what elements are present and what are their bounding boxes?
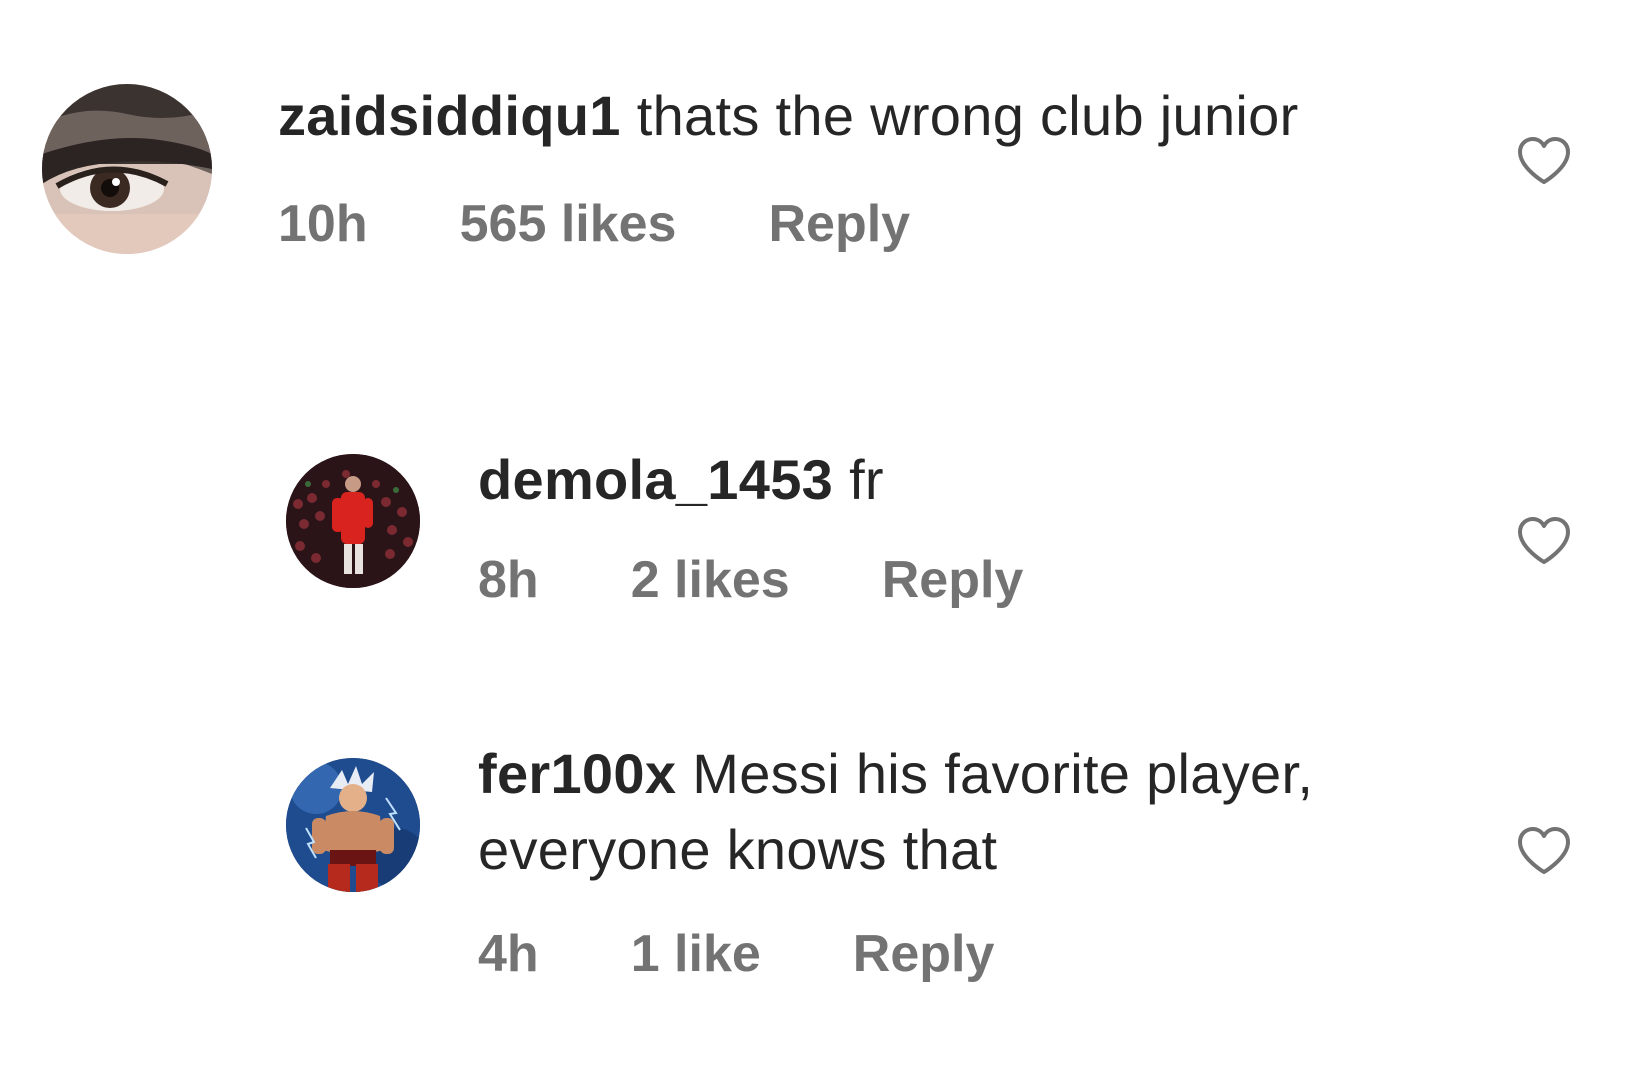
comment-username[interactable]: fer100x <box>478 742 676 805</box>
avatar[interactable] <box>42 84 212 254</box>
comment-text: demola_1453 fr <box>478 442 1458 518</box>
comment-meta: 10h 565 likes Reply <box>278 194 1458 254</box>
comment-item: zaidsiddiqu1 thats the wrong club junior … <box>0 0 1636 360</box>
comment-body: fer100x Messi his favorite player, everyo… <box>478 736 1478 984</box>
comment-likes-count[interactable]: 565 likes <box>460 194 677 254</box>
comment-body: demola_1453 fr 8h 2 likes Reply <box>478 442 1458 610</box>
like-button[interactable] <box>1516 136 1572 186</box>
reply-button[interactable]: Reply <box>853 924 995 984</box>
comment-meta: 8h 2 likes Reply <box>478 550 1458 610</box>
comment-time: 10h <box>278 195 368 253</box>
reply-button[interactable]: Reply <box>882 550 1024 610</box>
avatar[interactable] <box>286 758 420 892</box>
eye-photo-avatar-icon <box>42 84 212 254</box>
comment-item: fer100x Messi his favorite player, everyo… <box>0 740 1636 1040</box>
heart-outline-icon <box>1518 137 1570 184</box>
avatar[interactable] <box>286 454 420 588</box>
heart-outline-icon <box>1518 827 1570 874</box>
heart-outline-icon <box>1518 517 1570 564</box>
reply-button[interactable]: Reply <box>768 194 910 254</box>
like-button[interactable] <box>1516 516 1572 566</box>
comment-content: thats the wrong club junior <box>636 84 1299 147</box>
comment-text: zaidsiddiqu1 thats the wrong club junior <box>278 78 1458 154</box>
comment-username[interactable]: zaidsiddiqu1 <box>278 84 621 147</box>
comment-body: zaidsiddiqu1 thats the wrong club junior … <box>278 78 1458 254</box>
comment-meta: 4h 1 like Reply <box>478 924 1478 984</box>
anime-character-avatar-icon <box>286 758 420 892</box>
football-player-photo-avatar-icon <box>286 454 420 588</box>
comment-likes-count[interactable]: 2 likes <box>631 550 790 610</box>
comment-item: demola_1453 fr 8h 2 likes Reply <box>0 440 1636 660</box>
comment-time: 4h <box>478 925 539 983</box>
comment-content: fr <box>849 448 884 511</box>
comment-likes-count[interactable]: 1 like <box>631 924 761 984</box>
like-button[interactable] <box>1516 826 1572 876</box>
comment-username[interactable]: demola_1453 <box>478 448 833 511</box>
comment-time: 8h <box>478 551 539 609</box>
comment-text: fer100x Messi his favorite player, everyo… <box>478 736 1478 888</box>
